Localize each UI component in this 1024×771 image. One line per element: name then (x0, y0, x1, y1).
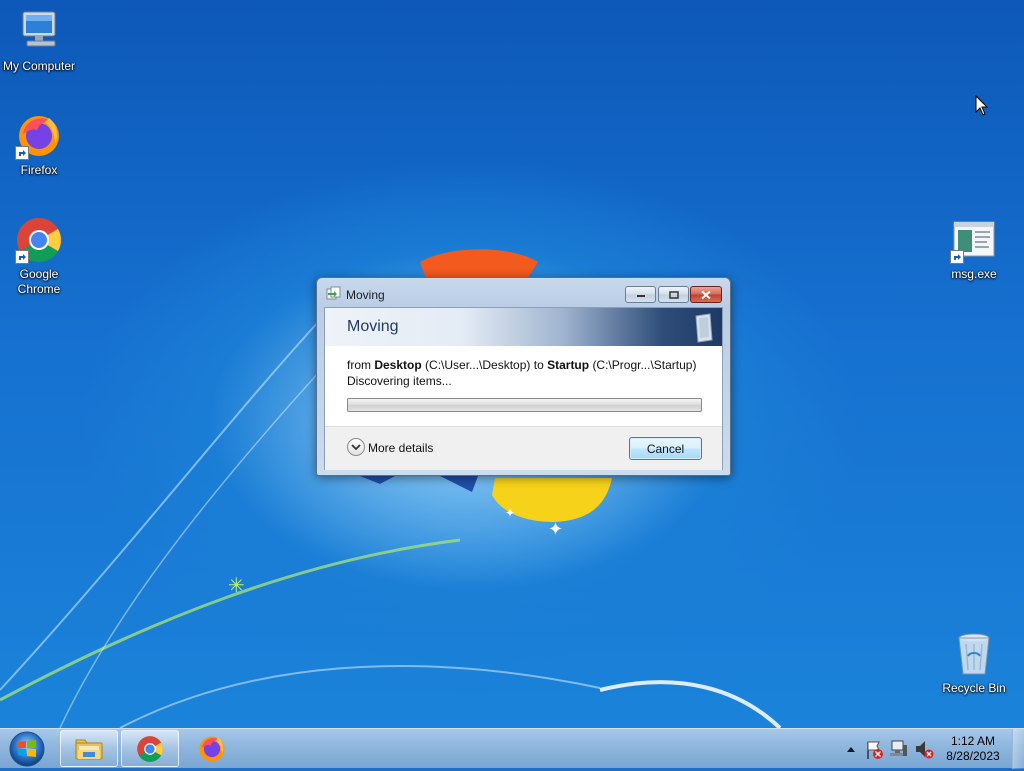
taskbar: 1:12 AM 8/28/2023 (0, 728, 1024, 769)
shortcut-arrow-icon (950, 250, 964, 264)
from-prefix: from (347, 358, 371, 372)
taskbar-firefox-button[interactable] (183, 730, 241, 767)
svg-text:✦: ✦ (548, 519, 563, 540)
cancel-button[interactable]: Cancel (629, 437, 702, 460)
to-word: to (533, 358, 544, 372)
dialog-banner: Moving (325, 308, 722, 346)
dialog-header: Moving (347, 318, 399, 335)
taskbar-clock[interactable]: 1:12 AM 8/28/2023 (936, 734, 1010, 764)
more-details-label[interactable]: More details (368, 441, 433, 455)
maximize-icon (668, 290, 679, 299)
source-name: Desktop (374, 358, 422, 372)
application-window-icon (950, 216, 998, 264)
volume-muted-icon[interactable] (914, 729, 934, 769)
desktop-icon-google-chrome[interactable]: Google Chrome (0, 216, 79, 297)
destination-name: Startup (547, 358, 590, 372)
maximize-button[interactable] (658, 286, 689, 303)
windows-explorer-icon (75, 739, 103, 759)
network-icon[interactable] (889, 729, 909, 769)
taskbar-explorer-button[interactable] (60, 730, 118, 767)
show-desktop-button[interactable] (1012, 729, 1024, 769)
mouse-pointer-icon (975, 95, 989, 116)
move-source-destination: from Desktop (C:\User...\Desktop) to Sta… (347, 358, 696, 372)
desktop-icon-label: Recycle Bin (942, 681, 1006, 695)
close-button[interactable] (690, 286, 722, 303)
desktop: ✦ ✦ ✳ My Computer Firefox Google Chrome … (0, 0, 1024, 728)
computer-icon (15, 8, 63, 56)
moving-dialog[interactable]: Moving Moving from Desktop (C:\User...\D… (316, 277, 731, 476)
svg-text:✳: ✳ (228, 573, 245, 597)
source-path: (C:\User...\Desktop) (425, 358, 531, 372)
chrome-icon (15, 216, 63, 264)
firefox-icon (15, 112, 63, 160)
show-hidden-icons-chevron[interactable] (844, 729, 858, 769)
desktop-icon-label: msg.exe (951, 267, 997, 281)
desktop-icon-firefox[interactable]: Firefox (0, 112, 79, 178)
clock-time: 1:12 AM (950, 734, 996, 748)
progress-bar (347, 398, 702, 412)
dialog-title: Moving (346, 288, 385, 302)
shortcut-arrow-icon (15, 250, 29, 264)
dialog-content: Moving from Desktop (C:\User...\Desktop)… (324, 307, 723, 470)
desktop-icon-label: My Computer (2, 59, 76, 73)
recycle-bin-icon (950, 630, 998, 678)
minimize-icon (636, 294, 645, 297)
svg-text:✦: ✦ (505, 506, 515, 520)
close-icon (701, 290, 711, 299)
taskbar-chrome-button[interactable] (121, 730, 179, 767)
minimize-button[interactable] (625, 286, 656, 303)
desktop-icon-my-computer[interactable]: My Computer (0, 8, 79, 74)
shortcut-arrow-icon (15, 146, 29, 160)
move-files-icon (326, 286, 341, 300)
firefox-icon (199, 736, 225, 761)
action-center-flag-icon[interactable] (864, 729, 884, 769)
chrome-icon (137, 735, 163, 762)
clock-date: 8/28/2023 (946, 749, 1000, 763)
windows-start-icon (9, 731, 45, 767)
dialog-titlebar[interactable]: Moving (317, 278, 730, 308)
chevron-down-icon[interactable] (347, 438, 365, 456)
document-icon (695, 313, 713, 343)
desktop-icon-msg-exe[interactable]: msg.exe (934, 216, 1014, 282)
start-button[interactable] (4, 730, 50, 768)
destination-path: (C:\Progr...\Startup) (592, 358, 697, 372)
desktop-icon-label: Firefox (20, 163, 58, 177)
desktop-icon-recycle-bin[interactable]: Recycle Bin (934, 630, 1014, 696)
dialog-footer: More details Cancel (325, 426, 722, 470)
status-text: Discovering items... (347, 374, 452, 388)
desktop-icon-label: Google Chrome (17, 267, 61, 296)
